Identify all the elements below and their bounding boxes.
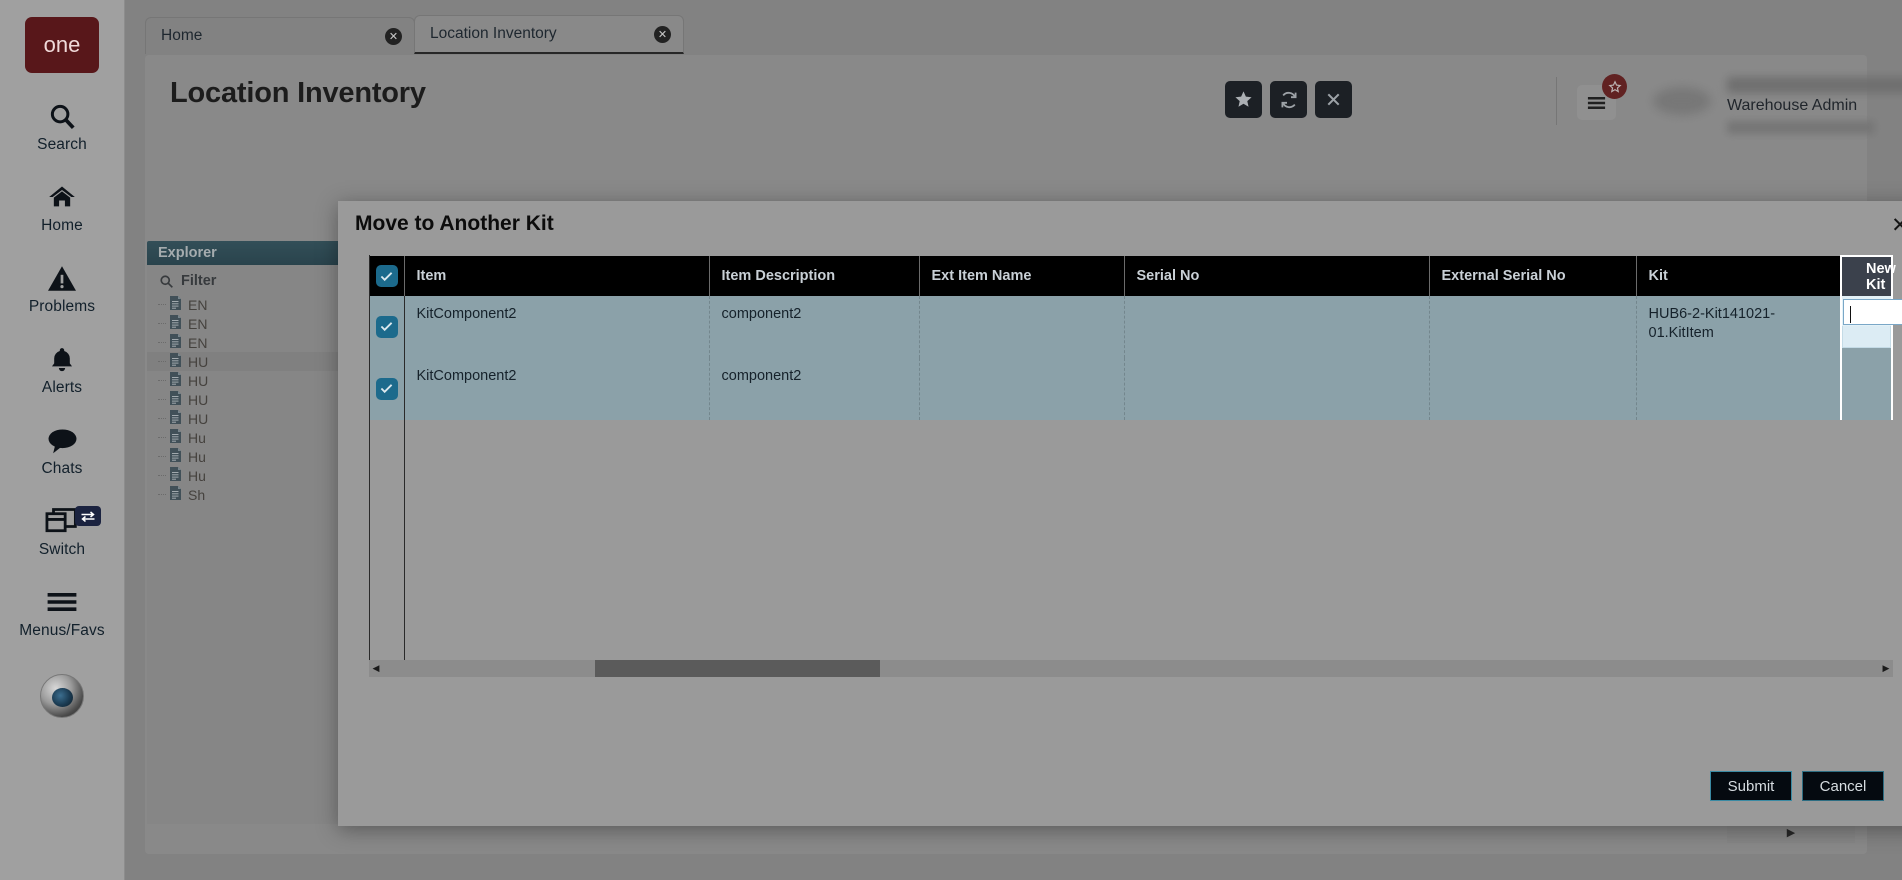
sidebar-item-label: Alerts bbox=[41, 379, 83, 396]
column-header-serial-no[interactable]: Serial No bbox=[1124, 256, 1430, 296]
column-header-new-kit[interactable]: New Kit bbox=[1840, 255, 1896, 296]
hamburger-icon bbox=[45, 585, 79, 619]
new-kit-suggestions-dropdown[interactable] bbox=[1842, 326, 1891, 348]
grid-horizontal-scrollbar[interactable]: ◀ ▶ bbox=[369, 660, 1893, 677]
sidebar-item-label: Chats bbox=[41, 460, 83, 477]
grid-vertical-rule bbox=[404, 420, 405, 661]
sidebar-item-menus-favs[interactable]: Menus/Favs bbox=[0, 585, 125, 640]
select-all-header[interactable] bbox=[370, 256, 405, 296]
new-kit-editor bbox=[1842, 296, 1902, 348]
warning-triangle-icon bbox=[47, 261, 77, 295]
cell-external-serial-no bbox=[1429, 296, 1637, 358]
cell-serial-no bbox=[1124, 296, 1430, 358]
sidebar-item-label: Search bbox=[37, 136, 87, 153]
grid-empty-area bbox=[370, 420, 1893, 661]
cell-external-serial-no bbox=[1429, 358, 1637, 420]
home-icon bbox=[46, 180, 78, 214]
svg-text:one: one bbox=[44, 32, 81, 57]
one-network-logo[interactable]: one bbox=[25, 17, 99, 73]
avatar[interactable] bbox=[40, 674, 84, 718]
row-select-checkbox[interactable] bbox=[370, 358, 405, 420]
cell-kit bbox=[1636, 358, 1842, 420]
windows-switch-icon bbox=[45, 504, 79, 538]
sidebar-item-problems[interactable]: Problems bbox=[0, 261, 125, 316]
sidebar-item-alerts[interactable]: Alerts bbox=[0, 342, 125, 397]
swap-arrows-icon[interactable] bbox=[74, 506, 101, 526]
cell-item: KitComponent2 bbox=[404, 358, 710, 420]
checkbox-checked-icon[interactable] bbox=[375, 265, 398, 287]
bell-icon bbox=[48, 342, 76, 376]
cell-item-description: component2 bbox=[709, 296, 920, 358]
app-frame: Home ✕ Location Inventory ✕ Location Inv… bbox=[125, 0, 1902, 880]
cell-new-kit[interactable] bbox=[1840, 358, 1893, 420]
kit-items-grid: Item Item Description Ext Item Name Seri… bbox=[369, 255, 1902, 661]
sidebar-item-home[interactable]: Home bbox=[0, 180, 125, 235]
dialog-title: Move to Another Kit bbox=[355, 212, 554, 235]
sidebar-item-label: Switch bbox=[38, 541, 86, 558]
sidebar-item-search[interactable]: Search bbox=[0, 99, 125, 154]
column-header-item-description[interactable]: Item Description bbox=[709, 256, 920, 296]
column-header-item[interactable]: Item bbox=[404, 256, 710, 296]
sidebar-item-label: Problems bbox=[28, 298, 96, 315]
cell-ext-item-name bbox=[919, 296, 1125, 358]
triangle-left-icon[interactable]: ◀ bbox=[369, 660, 383, 677]
sidebar-item-chats[interactable]: Chats bbox=[0, 423, 125, 478]
grid-header-row: Item Item Description Ext Item Name Seri… bbox=[370, 255, 1896, 296]
cell-serial-no bbox=[1124, 358, 1430, 420]
move-to-another-kit-dialog: Move to Another Kit ✕ Item Item Descript… bbox=[338, 201, 1902, 826]
column-header-new-kit-label: New Kit bbox=[1866, 260, 1896, 293]
column-header-kit[interactable]: Kit bbox=[1636, 256, 1842, 296]
cell-kit: HUB6-2-Kit141021-01.KitItem bbox=[1636, 296, 1842, 358]
scrollbar-track[interactable] bbox=[383, 660, 1879, 677]
triangle-right-icon[interactable]: ▶ bbox=[1879, 660, 1893, 677]
cancel-button[interactable]: Cancel bbox=[1802, 771, 1884, 801]
sidebar-item-label: Home bbox=[41, 217, 83, 234]
checkbox-checked-icon[interactable] bbox=[375, 315, 398, 338]
row-select-checkbox[interactable] bbox=[370, 296, 405, 358]
column-header-ext-item-name[interactable]: Ext Item Name bbox=[919, 256, 1125, 296]
chat-bubble-icon bbox=[46, 423, 79, 457]
checkbox-checked-icon[interactable] bbox=[375, 377, 398, 400]
left-nav-rail: one Search Home Problems Alerts Chats Sw… bbox=[0, 0, 125, 880]
text-cursor bbox=[1850, 306, 1851, 323]
column-header-external-serial-no[interactable]: External Serial No bbox=[1429, 256, 1637, 296]
sidebar-item-label: Menus/Favs bbox=[19, 622, 105, 639]
cell-item: KitComponent2 bbox=[404, 296, 710, 358]
sidebar-item-switch[interactable]: Switch bbox=[0, 504, 125, 559]
close-x-icon[interactable]: ✕ bbox=[1885, 210, 1902, 240]
scrollbar-thumb[interactable] bbox=[595, 660, 880, 677]
new-kit-input[interactable] bbox=[1843, 299, 1902, 325]
one-logo-wordmark: one bbox=[44, 32, 81, 57]
submit-button[interactable]: Submit bbox=[1710, 771, 1792, 801]
search-icon bbox=[47, 99, 77, 133]
dialog-footer: Submit Cancel bbox=[1710, 771, 1884, 801]
app-root: one Search Home Problems Alerts Chats Sw… bbox=[0, 0, 1902, 880]
new-kit-input-row bbox=[1842, 296, 1902, 326]
cell-ext-item-name bbox=[919, 358, 1125, 420]
table-row[interactable]: KitComponent2 component2 HUB6-2-Kit14102… bbox=[370, 296, 1902, 358]
table-row[interactable]: KitComponent2 component2 bbox=[370, 358, 1893, 420]
cell-new-kit[interactable] bbox=[1840, 296, 1902, 358]
cell-item-description: component2 bbox=[709, 358, 920, 420]
